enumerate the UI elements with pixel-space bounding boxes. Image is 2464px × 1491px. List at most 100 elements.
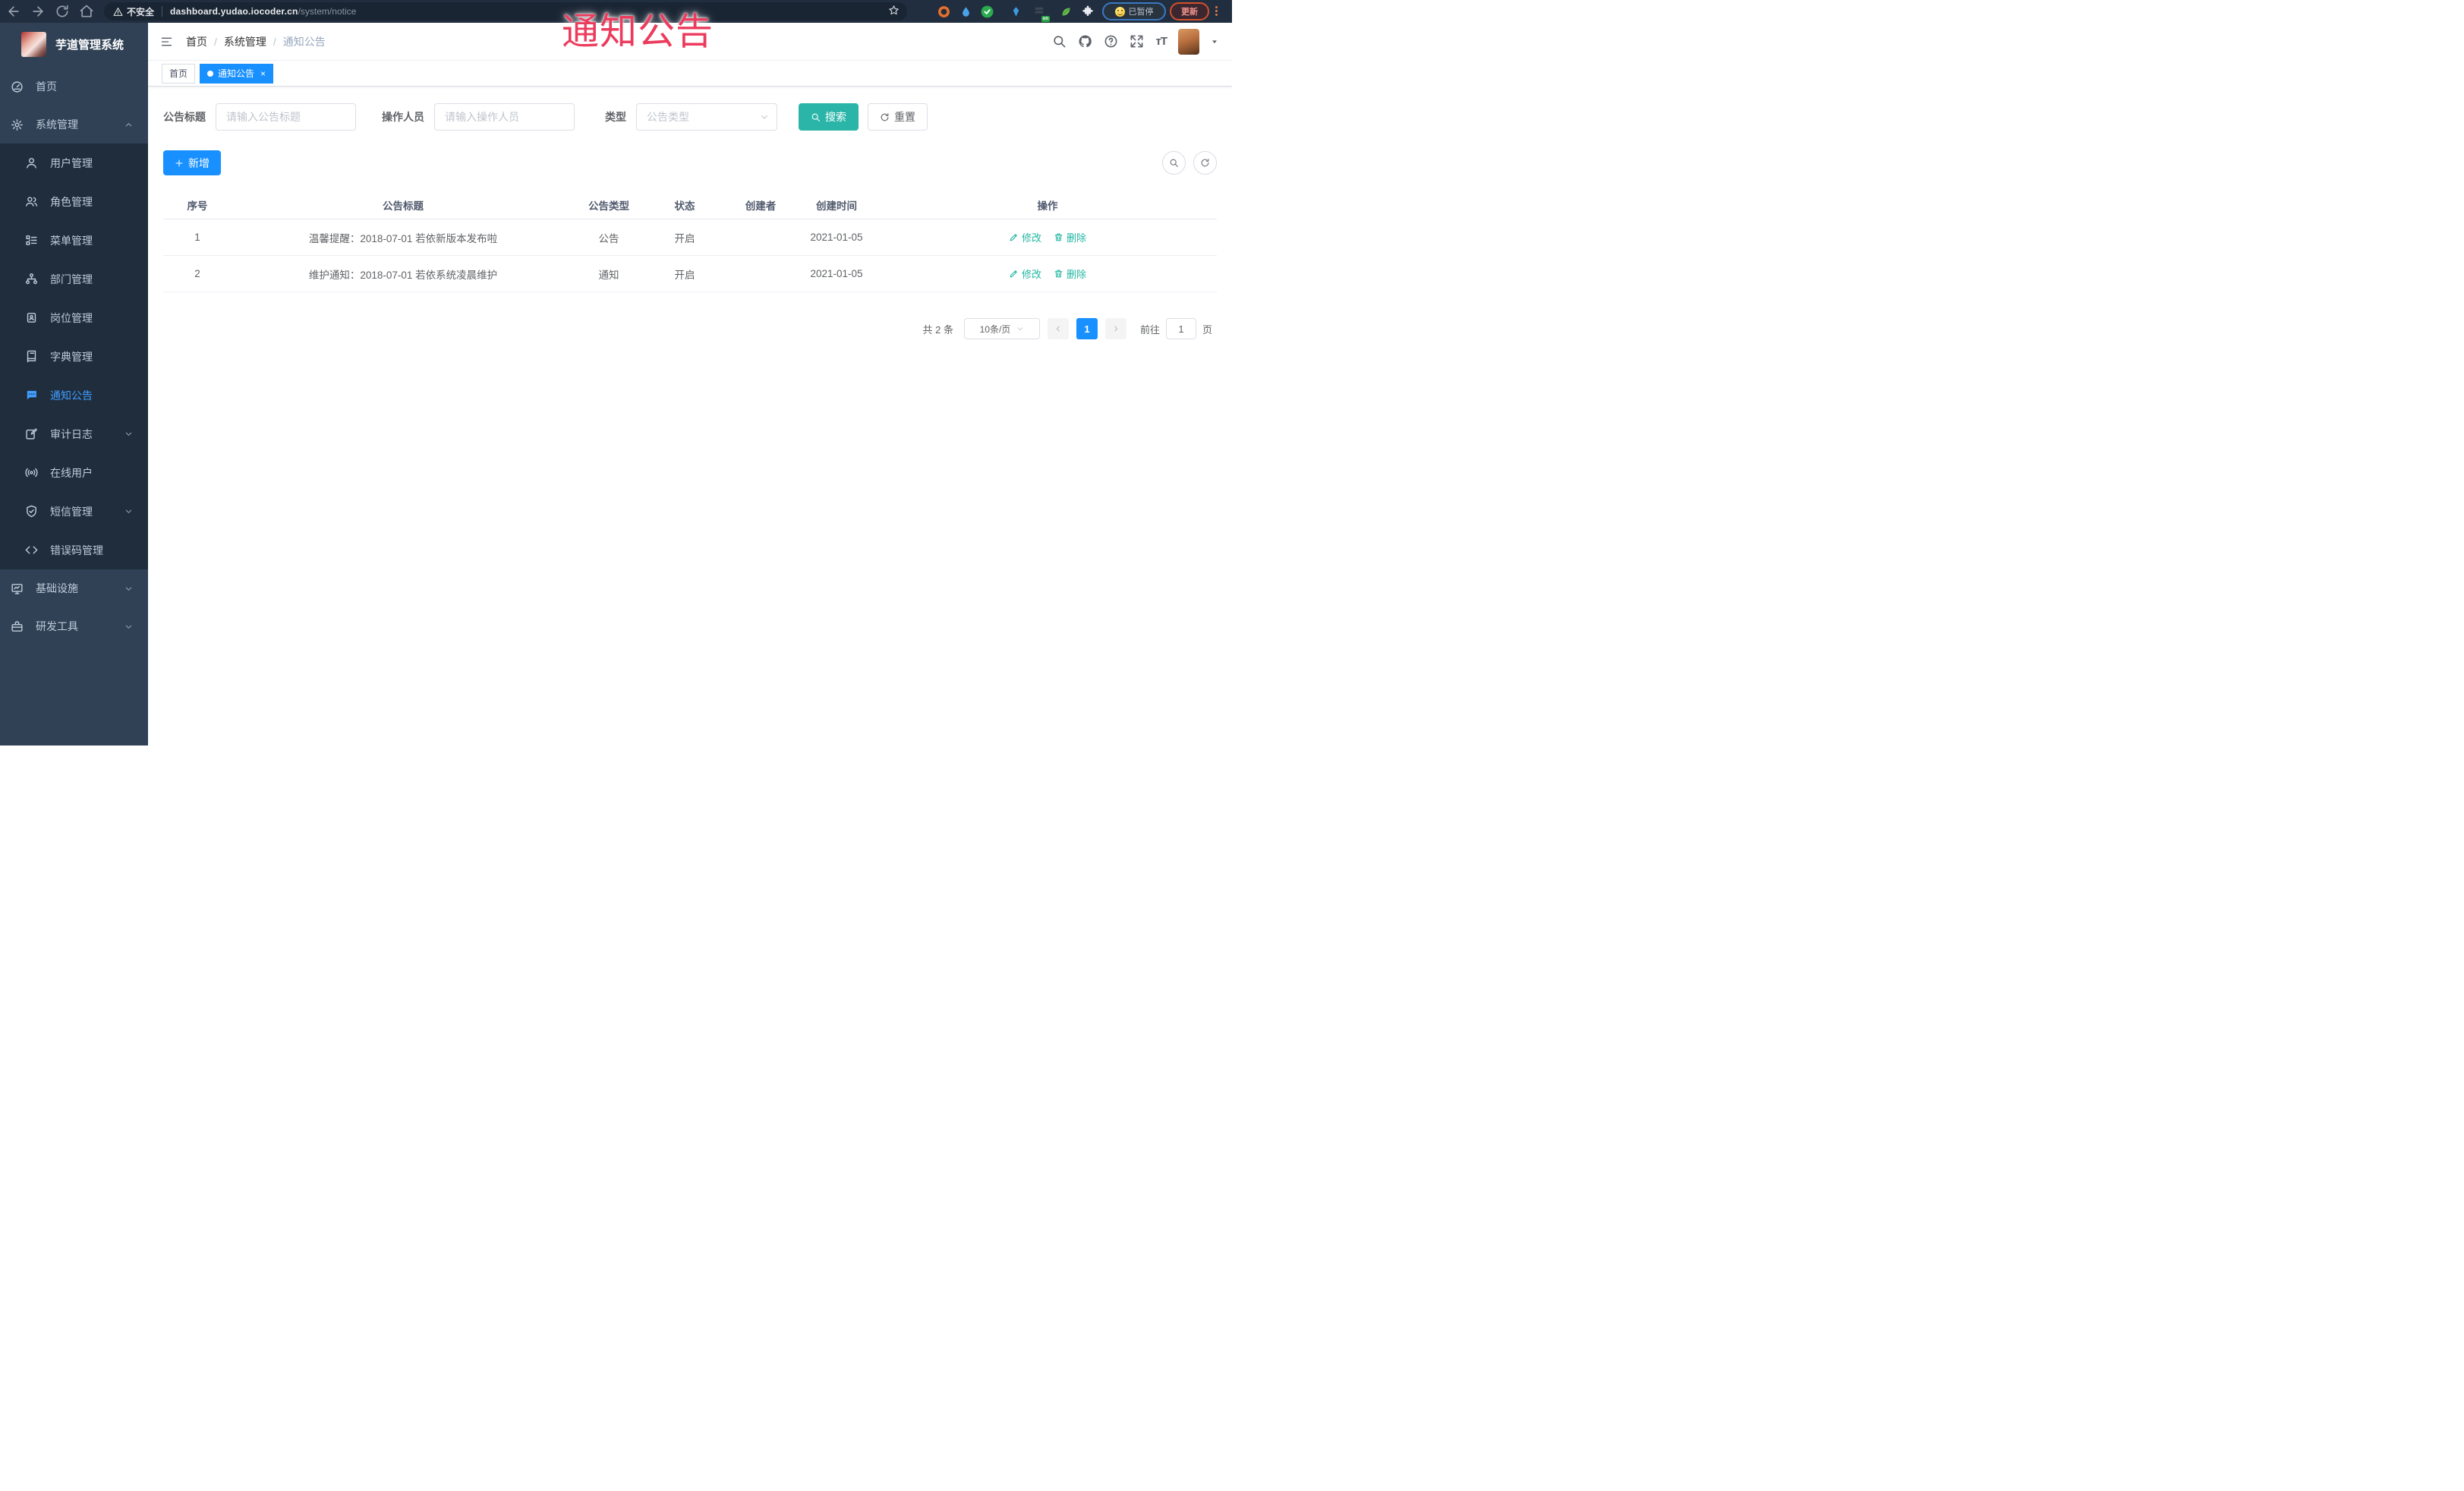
table-row: 2 维护通知：2018-07-01 若依系统凌晨维护 通知 开启 2021-01…: [163, 256, 1217, 292]
cell-type: 通知: [598, 269, 619, 281]
sidebar-item-label: 审计日志: [50, 427, 93, 440]
extensions-puzzle-icon[interactable]: [1079, 3, 1096, 20]
operator-input[interactable]: [434, 103, 575, 131]
extension-green-circle-icon[interactable]: [978, 3, 995, 20]
url-host: dashboard.yudao.iocoder.cn: [170, 6, 298, 17]
security-warning[interactable]: 不安全: [113, 5, 154, 18]
browser-menu-icon[interactable]: [1215, 5, 1218, 17]
sidebar-item-roles[interactable]: 角色管理: [0, 182, 148, 221]
extension-leaf-icon[interactable]: [1057, 3, 1074, 20]
sidebar-item-menus[interactable]: 菜单管理: [0, 221, 148, 260]
delete-button[interactable]: 删除: [1054, 230, 1086, 244]
prev-page-button[interactable]: [1047, 318, 1069, 339]
sidebar-item-infrastructure[interactable]: 基础设施: [0, 569, 148, 607]
extension-onoff-icon[interactable]: on: [1031, 3, 1050, 22]
filter-title-label: 公告标题: [163, 111, 206, 123]
page-number-1[interactable]: 1: [1076, 318, 1098, 339]
delete-button[interactable]: 删除: [1054, 266, 1086, 281]
cell-status: 开启: [674, 269, 695, 281]
sidebar-item-label: 用户管理: [50, 156, 93, 169]
pencil-icon: [1010, 234, 1017, 241]
toggle-search-button[interactable]: [1162, 151, 1186, 175]
page-content: 公告标题 操作人员 类型 公告类型 搜索: [148, 87, 1232, 339]
sidebar-item-system[interactable]: 系统管理: [0, 106, 148, 143]
update-button[interactable]: 更新: [1170, 2, 1209, 20]
sidebar-item-online-users[interactable]: 在线用户: [0, 453, 148, 492]
hamburger-icon[interactable]: [159, 36, 174, 48]
font-size-icon[interactable]: ᴛT: [1155, 35, 1167, 48]
sidebar-item-audit-log[interactable]: 审计日志: [0, 415, 148, 453]
chevron-down-icon: [761, 115, 767, 119]
refresh-table-button[interactable]: [1193, 151, 1217, 175]
sidebar-item-label: 通知公告: [50, 389, 93, 402]
active-tag-dot: [207, 70, 214, 77]
filter-operator-label: 操作人员: [382, 111, 424, 123]
bookmark-star-icon[interactable]: [888, 5, 900, 18]
edit-button[interactable]: 修改: [1009, 266, 1041, 281]
page-size-value: 10条/页: [979, 323, 1011, 335]
sidebar-item-label: 系统管理: [36, 118, 78, 131]
sidebar-item-posts[interactable]: 岗位管理: [0, 298, 148, 337]
reload-icon[interactable]: [55, 4, 70, 19]
dev-tools-icon: [11, 620, 23, 632]
trash-icon: [1054, 270, 1063, 278]
page-size-select[interactable]: 10条/页: [963, 318, 1040, 339]
breadcrumb-separator: /: [273, 35, 276, 48]
paused-badge[interactable]: 已暂停: [1102, 2, 1166, 20]
sidebar-item-dev-tools[interactable]: 研发工具: [0, 607, 148, 645]
sidebar-item-label: 短信管理: [50, 505, 93, 518]
sidebar-item-home[interactable]: 首页: [0, 68, 148, 106]
add-button-label: 新增: [188, 156, 210, 169]
dashboard-icon: [11, 80, 23, 93]
app-logo-row[interactable]: 芋道管理系统: [0, 23, 148, 65]
edit-button[interactable]: 修改: [1009, 230, 1041, 244]
fullscreen-icon[interactable]: [1130, 34, 1144, 49]
chevron-up-icon: [125, 122, 132, 126]
reset-button-label: 重置: [894, 111, 915, 123]
chevron-down-icon: [125, 509, 132, 513]
tag-home[interactable]: 首页: [162, 63, 196, 84]
sidebar-item-label: 错误码管理: [50, 544, 103, 556]
caret-down-icon[interactable]: [1211, 38, 1218, 46]
sidebar-item-departments[interactable]: 部门管理: [0, 260, 148, 298]
notice-type-select[interactable]: 公告类型: [636, 103, 777, 131]
add-button[interactable]: 新增: [163, 150, 221, 175]
sidebar-item-dictionary[interactable]: 字典管理: [0, 337, 148, 376]
forward-icon[interactable]: [30, 4, 46, 19]
breadcrumb-home[interactable]: 首页: [186, 34, 207, 49]
sidebar-item-notice[interactable]: 通知公告: [0, 376, 148, 415]
back-icon[interactable]: [6, 4, 21, 19]
column-header: 序号: [187, 200, 208, 212]
breadcrumb: 首页 / 系统管理 / 通知公告: [186, 34, 326, 49]
sidebar-item-users[interactable]: 用户管理: [0, 143, 148, 182]
select-placeholder: 公告类型: [647, 111, 689, 123]
sidebar-item-error-codes[interactable]: 错误码管理: [0, 531, 148, 569]
sidebar-item-sms[interactable]: 短信管理: [0, 492, 148, 531]
header-search-icon[interactable]: [1052, 34, 1067, 49]
extension-blue-drop-icon[interactable]: [957, 3, 974, 20]
breadcrumb-system[interactable]: 系统管理: [224, 34, 266, 49]
help-icon[interactable]: [1104, 34, 1118, 49]
column-header: 操作: [1037, 200, 1058, 212]
cell-title: 温馨提醒：2018-07-01 若依新版本发布啦: [308, 232, 498, 244]
reset-button[interactable]: 重置: [868, 103, 928, 131]
security-warning-label: 不安全: [127, 6, 155, 17]
home-icon[interactable]: [79, 4, 94, 19]
cell-created: 2021-01-05: [810, 268, 863, 279]
table-header-row: 序号 公告标题 公告类型 状态 创建者 创建时间 操作: [163, 191, 1217, 219]
search-button[interactable]: 搜索: [799, 103, 859, 131]
tag-notice[interactable]: 通知公告 ×: [200, 63, 274, 84]
next-page-button[interactable]: [1104, 318, 1126, 339]
address-bar[interactable]: 不安全 dashboard.yudao.iocoder.cn /system/n…: [104, 2, 907, 20]
extension-orange-ring-icon[interactable]: [935, 3, 952, 20]
emoji-face-icon: [1114, 6, 1125, 17]
tag-close-icon[interactable]: ×: [260, 69, 266, 78]
extension-gem-icon[interactable]: [1007, 3, 1024, 20]
chevron-down-icon: [125, 587, 132, 591]
notice-title-input[interactable]: [216, 103, 356, 131]
url-path: /system/notice: [298, 6, 357, 17]
goto-page-input[interactable]: [1165, 318, 1196, 339]
avatar[interactable]: [1178, 28, 1199, 55]
github-icon[interactable]: [1078, 34, 1092, 49]
tag-label: 首页: [169, 68, 188, 79]
